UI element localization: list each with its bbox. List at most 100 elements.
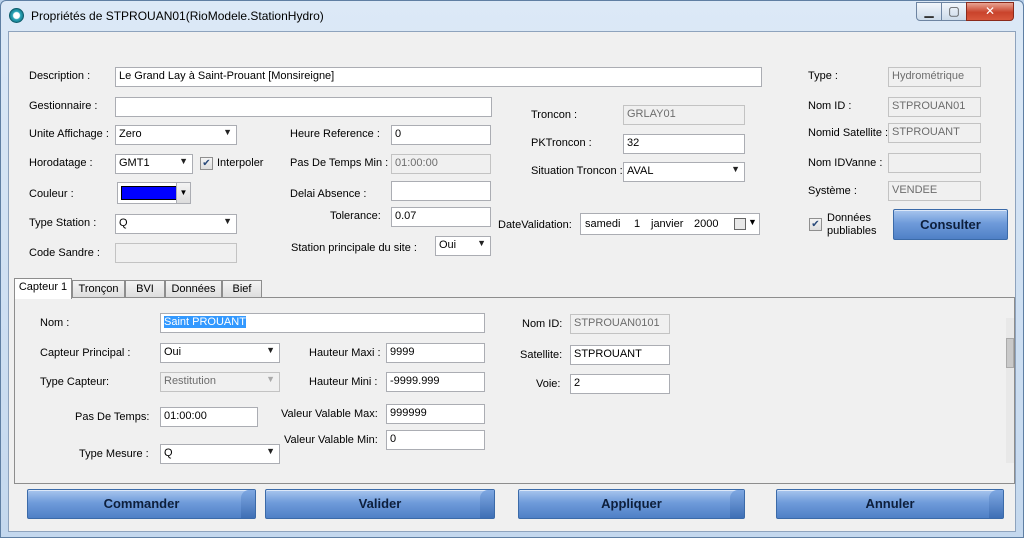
tab-bief[interactable]: Bief xyxy=(222,280,262,298)
pas-temps-min-label: Pas De Temps Min : xyxy=(290,157,389,169)
station-principale-value: Oui xyxy=(439,239,457,251)
appliquer-label: Appliquer xyxy=(601,496,662,511)
pas-temps-min-input: 01:00:00 xyxy=(391,154,491,174)
hauteur-maxi-label: Hauteur Maxi : xyxy=(309,347,381,359)
gestionnaire-input[interactable] xyxy=(115,97,492,117)
voie-input[interactable]: 2 xyxy=(570,374,670,394)
panel-scrollbar[interactable] xyxy=(1006,318,1014,463)
capteur-nom-id-label: Nom ID: xyxy=(522,318,563,330)
chevron-down-icon: ▼ xyxy=(266,374,275,384)
situation-troncon-value: AVAL xyxy=(627,165,654,177)
hauteur-mini-input[interactable]: -9999.999 xyxy=(386,372,485,392)
tolerance-input[interactable]: 0.07 xyxy=(391,207,491,227)
systeme-label: Système : xyxy=(808,185,857,197)
type-station-select[interactable]: Q ▼ xyxy=(115,214,237,234)
tab-bvi[interactable]: BVI xyxy=(125,280,165,298)
button-corner-decoration xyxy=(989,490,1003,518)
scrollbar-thumb[interactable] xyxy=(1006,338,1014,368)
description-input[interactable]: Le Grand Lay à Saint-Prouant [Monsireign… xyxy=(115,67,762,87)
chevron-down-icon: ▼ xyxy=(266,345,275,355)
situation-troncon-label: Situation Troncon : xyxy=(531,165,623,177)
chevron-down-icon: ▼ xyxy=(223,216,232,226)
button-corner-decoration xyxy=(241,490,255,518)
app-icon xyxy=(9,8,24,23)
close-button[interactable]: ✕ xyxy=(966,2,1014,21)
horodatage-select[interactable]: GMT1 ▼ xyxy=(115,154,193,174)
properties-window: Propriétés de STPROUAN01(RioModele.Stati… xyxy=(0,0,1024,538)
code-sandre-label: Code Sandre : xyxy=(29,247,100,259)
type-label: Type : xyxy=(808,70,838,82)
date-day-name: samedi xyxy=(585,218,621,230)
pktroncon-label: PKTroncon : xyxy=(531,137,592,149)
tab-donnees[interactable]: Données xyxy=(165,280,222,298)
calendar-icon[interactable] xyxy=(734,218,746,230)
capteur-nom-selection: Saint PROUANT xyxy=(164,316,246,328)
tab-troncon[interactable]: Tronçon xyxy=(72,280,125,298)
satellite-input[interactable]: STPROUANT xyxy=(570,345,670,365)
capteur-principal-value: Oui xyxy=(164,346,182,358)
valider-label: Valider xyxy=(358,496,402,511)
type-mesure-label: Type Mesure : xyxy=(79,448,149,460)
capteur-nom-id-input: STPROUAN0101 xyxy=(570,314,670,334)
systeme-input: VENDEE xyxy=(888,181,981,201)
annuler-button[interactable]: Annuler xyxy=(776,489,1004,519)
donnees-publiables-label-line1: Données xyxy=(827,212,872,224)
hauteur-maxi-input[interactable]: 9999 xyxy=(386,343,485,363)
commander-button[interactable]: Commander xyxy=(27,489,256,519)
valeur-valable-max-label: Valeur Valable Max: xyxy=(281,408,378,420)
chevron-down-icon: ▼ xyxy=(176,183,190,203)
couleur-picker[interactable]: ▼ xyxy=(117,182,191,204)
type-station-value: Q xyxy=(119,217,128,229)
interpoler-label: Interpoler xyxy=(217,157,264,169)
consulter-button[interactable]: Consulter xyxy=(893,209,1008,240)
commander-label: Commander xyxy=(103,496,180,511)
interpoler-checkbox[interactable]: ✔ xyxy=(200,157,213,170)
checkmark-icon: ✔ xyxy=(811,219,820,230)
title-bar[interactable]: Propriétés de STPROUAN01(RioModele.Stati… xyxy=(1,1,1023,31)
troncon-input: GRLAY01 xyxy=(623,105,745,125)
horodatage-value: GMT1 xyxy=(119,157,150,169)
capteur-nom-input[interactable]: Saint PROUANT xyxy=(160,313,485,333)
tab-capteur-1[interactable]: Capteur 1 xyxy=(14,278,72,299)
valeur-valable-max-input[interactable]: 999999 xyxy=(386,404,485,424)
chevron-down-icon[interactable]: ▼ xyxy=(748,217,757,227)
delai-absence-label: Delai Absence : xyxy=(290,188,367,200)
type-mesure-select[interactable]: Q ▼ xyxy=(160,444,280,464)
date-day: 1 xyxy=(634,218,641,230)
checkmark-icon: ✔ xyxy=(202,158,211,169)
donnees-publiables-checkbox[interactable]: ✔ xyxy=(809,218,822,231)
nomid-satellite-input: STPROUANT xyxy=(888,123,981,143)
valider-button[interactable]: Valider xyxy=(265,489,495,519)
appliquer-button[interactable]: Appliquer xyxy=(518,489,745,519)
station-principale-select[interactable]: Oui ▼ xyxy=(435,236,491,256)
date-year: 2000 xyxy=(694,218,719,230)
hauteur-mini-label: Hauteur Mini : xyxy=(309,376,378,388)
close-icon: ✕ xyxy=(984,4,996,18)
nom-idvanne-label: Nom IDVanne : xyxy=(808,157,883,169)
minimize-button[interactable]: ▁ xyxy=(916,2,942,21)
situation-troncon-select[interactable]: AVAL ▼ xyxy=(623,162,745,182)
capteur-principal-select[interactable]: Oui ▼ xyxy=(160,343,280,363)
unite-affichage-select[interactable]: Zero ▼ xyxy=(115,125,237,145)
tolerance-label: Tolerance: xyxy=(330,210,381,222)
heure-reference-input[interactable]: 0 xyxy=(391,125,491,145)
chevron-down-icon: ▼ xyxy=(223,127,232,137)
gestionnaire-label: Gestionnaire : xyxy=(29,100,98,112)
valeur-valable-min-input[interactable]: 0 xyxy=(386,430,485,450)
donnees-publiables-label-line2: publiables xyxy=(827,225,877,237)
type-capteur-label: Type Capteur: xyxy=(40,376,110,388)
datevalidation-picker[interactable]: samedi 1 janvier 2000 ▼ xyxy=(580,213,760,235)
pas-de-temps-label: Pas De Temps: xyxy=(75,411,150,423)
maximize-button[interactable]: ▢ xyxy=(941,2,967,21)
type-input: Hydrométrique xyxy=(888,67,981,87)
type-capteur-value: Restitution xyxy=(164,375,216,387)
date-month: janvier xyxy=(651,218,684,230)
horodatage-label: Horodatage : xyxy=(29,157,93,169)
unite-affichage-label: Unite Affichage : xyxy=(29,128,109,140)
delai-absence-input[interactable] xyxy=(391,181,491,201)
pktroncon-input[interactable]: 32 xyxy=(623,134,745,154)
nom-id-label: Nom ID : xyxy=(808,100,852,112)
pas-de-temps-input[interactable]: 01:00:00 xyxy=(160,407,258,427)
heure-reference-label: Heure Reference : xyxy=(290,128,380,140)
dialog-client-area: Description : Le Grand Lay à Saint-Proua… xyxy=(8,31,1016,532)
